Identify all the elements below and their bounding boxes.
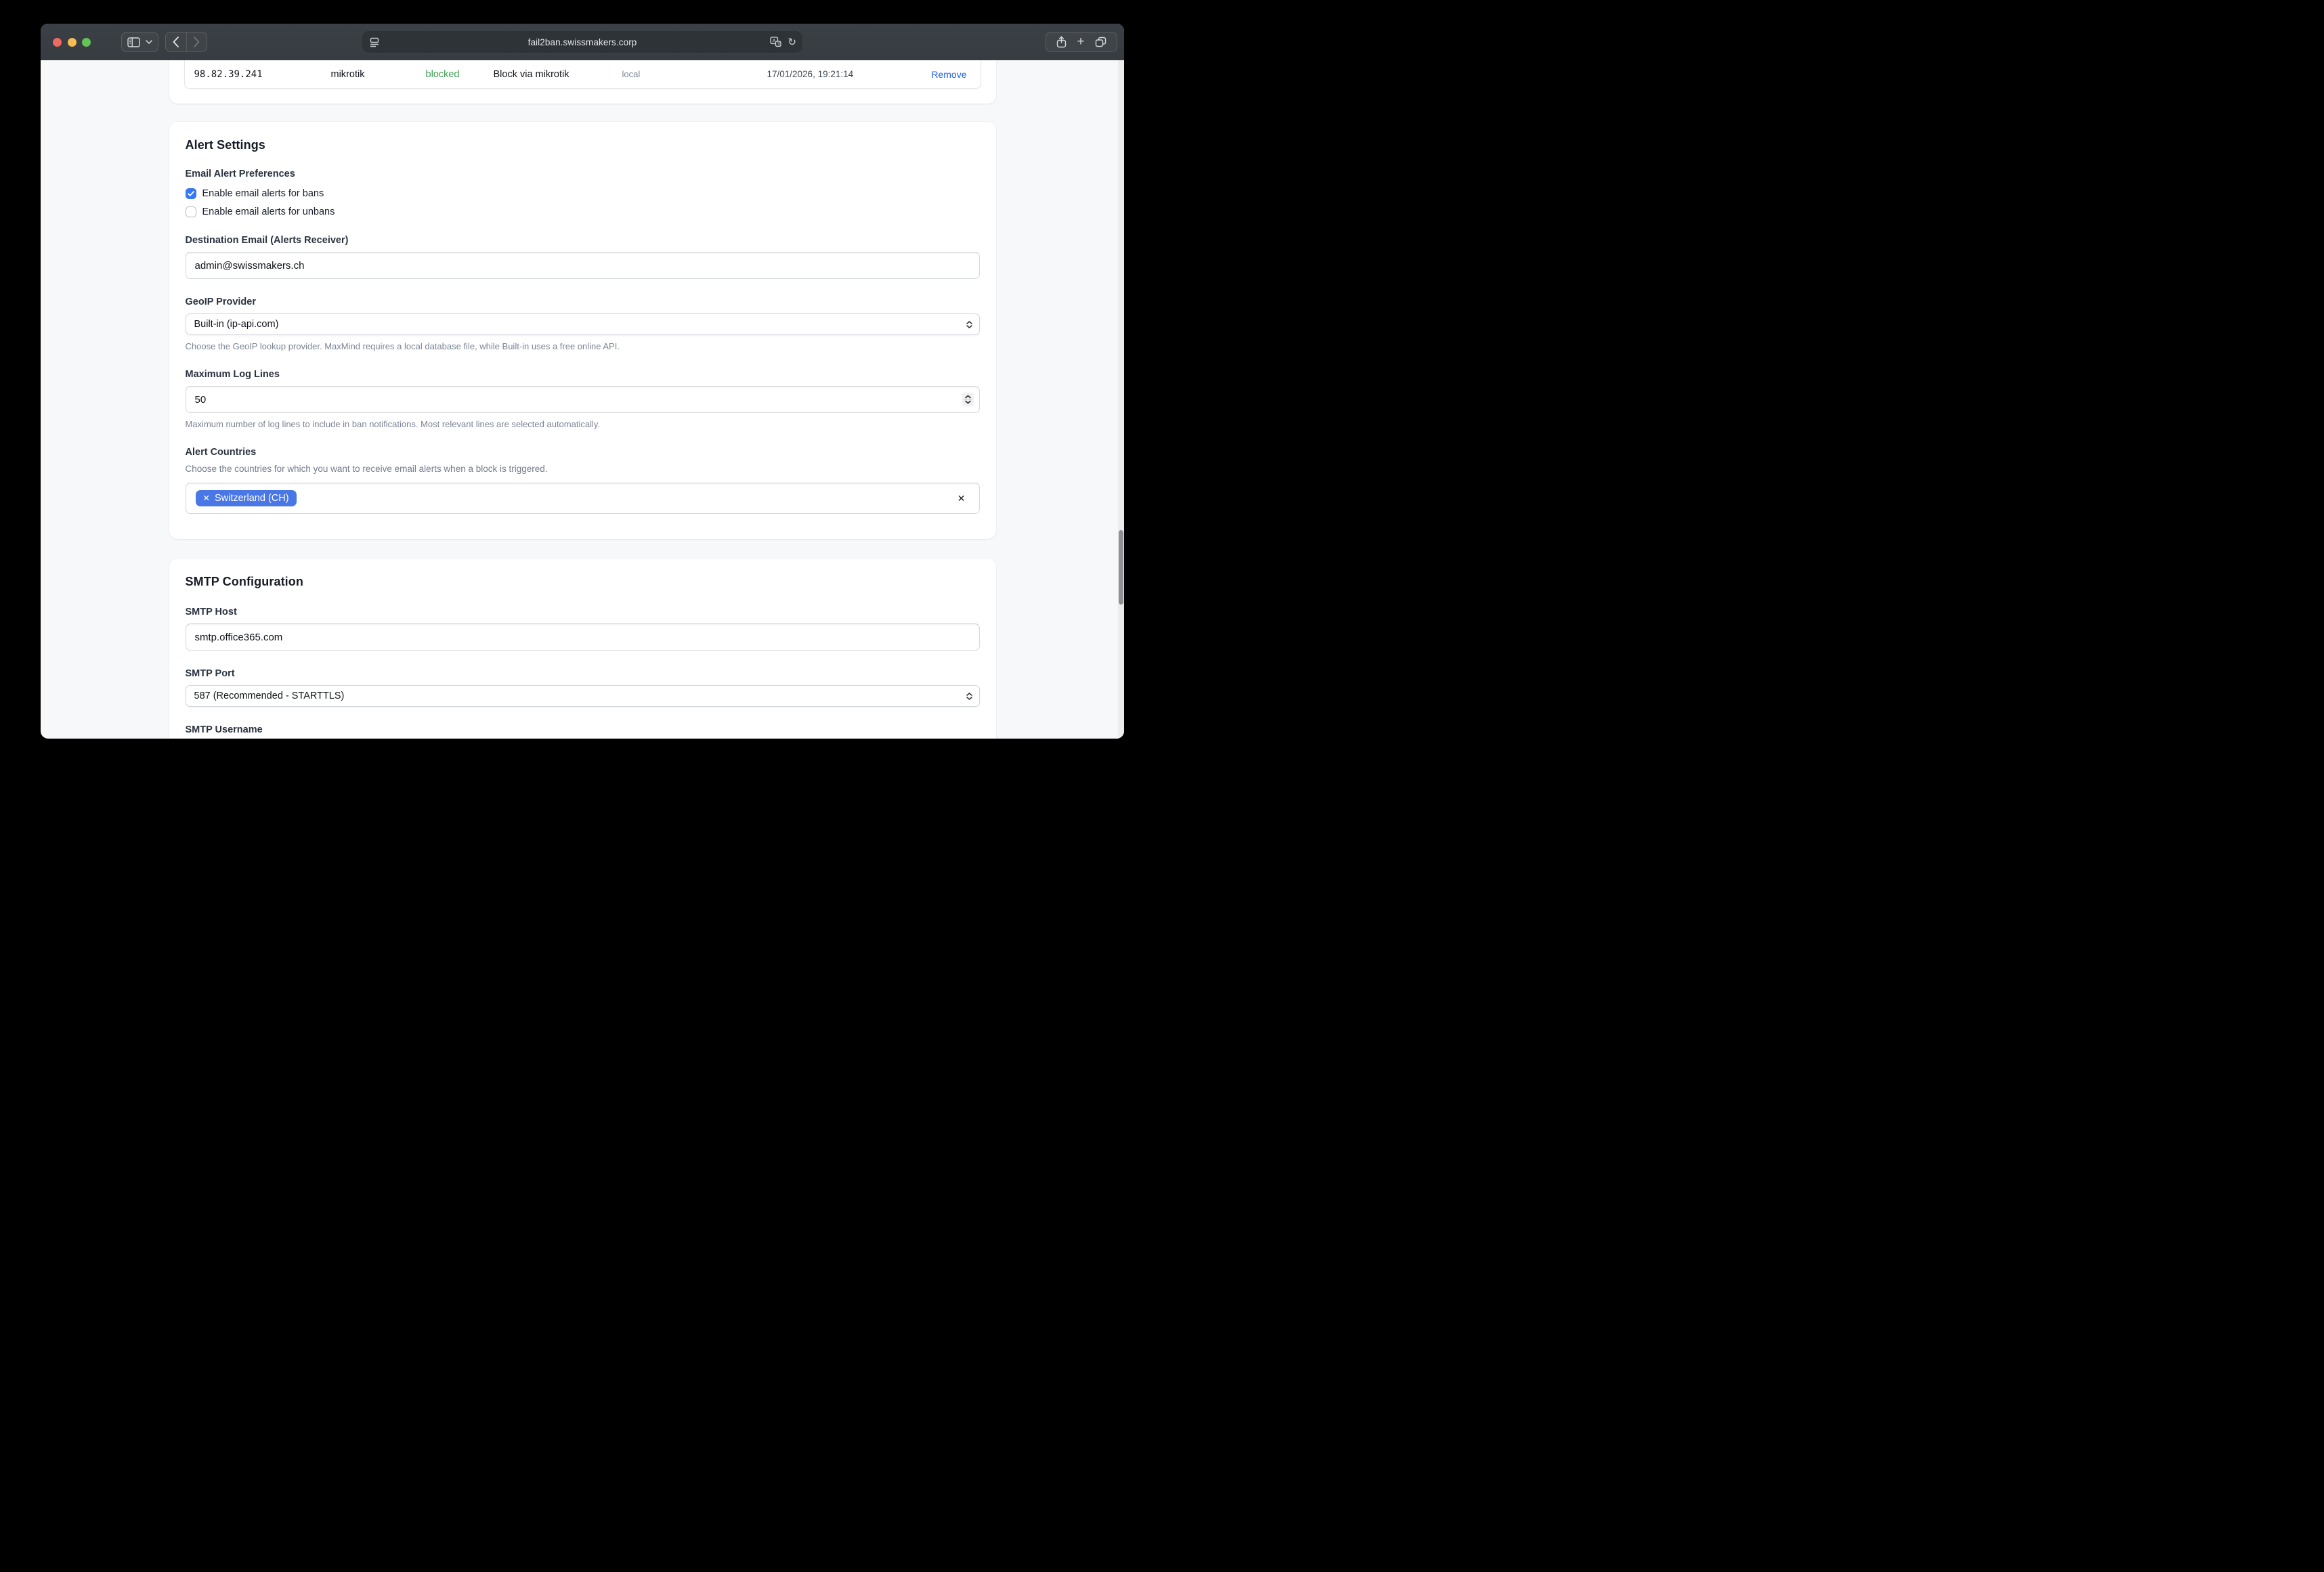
navigation-controls: [165, 32, 207, 52]
tabs-icon: [1095, 37, 1106, 47]
max-log-lines-field-group: Maximum Log Lines Maximum number of log …: [186, 369, 980, 429]
banned-ip-value: 98.82.39.241: [185, 69, 331, 80]
smtp-host-label: SMTP Host: [186, 607, 980, 617]
smtp-port-value: 587 (Recommended - STARTTLS): [194, 691, 345, 701]
banned-ips-table: 98.82.39.241 mikrotik blocked Block via …: [184, 60, 981, 89]
timestamp-value: 17/01/2026, 19:21:14: [767, 69, 932, 79]
new-tab-button[interactable]: +: [1077, 32, 1084, 51]
destination-email-label: Destination Email (Alerts Receiver): [186, 235, 980, 246]
share-button[interactable]: [1056, 32, 1067, 51]
chevron-right-icon: [194, 37, 200, 47]
browser-window: fail2ban.swissmakers.corp A 文 ↻: [41, 24, 1124, 739]
smtp-username-label: SMTP Username: [186, 724, 980, 735]
url-text: fail2ban.swissmakers.corp: [362, 37, 802, 47]
geoip-provider-value: Built-in (ip-api.com): [194, 319, 279, 330]
clear-selection-icon[interactable]: ✕: [957, 493, 970, 504]
status-badge: blocked: [426, 69, 494, 80]
reload-icon[interactable]: ↻: [788, 37, 796, 47]
smtp-host-field-group: SMTP Host: [186, 607, 980, 651]
destination-email-field-group: Destination Email (Alerts Receiver): [186, 235, 980, 279]
select-chevrons-icon: [966, 693, 972, 700]
geoip-provider-help: Choose the GeoIP lookup provider. MaxMin…: [186, 341, 980, 351]
geoip-provider-select[interactable]: Built-in (ip-api.com): [186, 313, 980, 335]
max-log-lines-input[interactable]: [186, 386, 980, 413]
minimize-window-button[interactable]: [68, 38, 77, 47]
svg-text:文: 文: [777, 41, 781, 47]
sidebar-menu-button[interactable]: [146, 32, 152, 51]
source-value: local: [622, 69, 767, 79]
browser-toolbar: fail2ban.swissmakers.corp A 文 ↻: [41, 24, 1124, 60]
enable-unbans-alert-row: Enable email alerts for unbans: [186, 206, 980, 217]
jail-value: mikrotik: [331, 69, 426, 80]
max-log-lines-help: Maximum number of log lines to include i…: [186, 419, 980, 429]
toggle-sidebar-button[interactable]: [127, 32, 140, 51]
select-chevrons-icon: [966, 321, 972, 328]
table-row: 98.82.39.241 mikrotik blocked Block via …: [185, 60, 981, 88]
smtp-username-field-group: SMTP Username: [186, 724, 980, 739]
alert-countries-multiselect[interactable]: ✕ Switzerland (CH) ✕: [186, 483, 980, 514]
tab-overview-button[interactable]: [1095, 32, 1106, 51]
chevron-left-icon: [173, 37, 179, 47]
bans-alert-label: Enable email alerts for bans: [202, 188, 324, 199]
email-alert-preferences-label: Email Alert Preferences: [186, 169, 980, 179]
address-bar[interactable]: fail2ban.swissmakers.corp A 文 ↻: [362, 30, 803, 53]
share-icon: [1056, 36, 1067, 48]
action-value: Block via mikrotik: [494, 69, 622, 80]
geoip-provider-field-group: GeoIP Provider Built-in (ip-api.com) Cho…: [186, 297, 980, 351]
smtp-port-label: SMTP Port: [186, 668, 980, 679]
smtp-port-field-group: SMTP Port 587 (Recommended - STARTTLS): [186, 668, 980, 707]
alert-settings-title: Alert Settings: [186, 138, 980, 152]
unbans-alert-checkbox[interactable]: [186, 206, 196, 217]
zoom-window-button[interactable]: [82, 38, 91, 47]
scrollbar-thumb[interactable]: [1119, 530, 1123, 605]
remove-ban-link[interactable]: Remove: [931, 69, 980, 80]
country-tag-label: Switzerland (CH): [215, 493, 289, 504]
window-controls: [53, 38, 91, 47]
smtp-host-input[interactable]: [186, 624, 980, 651]
sidebar-controls: [121, 32, 158, 52]
smtp-configuration-title: SMTP Configuration: [186, 575, 980, 589]
destination-email-input[interactable]: [186, 252, 980, 279]
max-log-lines-label: Maximum Log Lines: [186, 369, 980, 380]
banned-ips-card: 98.82.39.241 mikrotik blocked Block via …: [169, 60, 996, 104]
smtp-configuration-card: SMTP Configuration SMTP Host SMTP Port 5…: [169, 559, 996, 739]
page-content: 98.82.39.241 mikrotik blocked Block via …: [41, 60, 1124, 739]
alert-countries-label: Alert Countries: [186, 447, 980, 458]
country-tag[interactable]: ✕ Switzerland (CH): [196, 490, 297, 506]
plus-icon: +: [1077, 35, 1084, 48]
toolbar-actions: +: [1046, 32, 1117, 52]
number-stepper[interactable]: [962, 393, 974, 407]
back-button[interactable]: [166, 32, 186, 51]
tag-remove-icon[interactable]: ✕: [203, 494, 210, 503]
close-window-button[interactable]: [53, 38, 62, 47]
sidebar-icon: [127, 37, 140, 47]
enable-bans-alert-row: Enable email alerts for bans: [186, 188, 980, 199]
reader-view-icon[interactable]: [370, 37, 380, 47]
alert-countries-field-group: Alert Countries Choose the countries for…: [186, 447, 980, 514]
translate-icon[interactable]: A 文: [770, 37, 781, 47]
geoip-provider-label: GeoIP Provider: [186, 297, 980, 307]
stepper-divider: [964, 399, 972, 400]
smtp-port-select[interactable]: 587 (Recommended - STARTTLS): [186, 685, 980, 707]
unbans-alert-label: Enable email alerts for unbans: [202, 206, 335, 217]
page-scrollbar[interactable]: [1118, 60, 1124, 739]
forward-button[interactable]: [187, 32, 207, 51]
alert-countries-help: Choose the countries for which you want …: [186, 464, 980, 474]
bans-alert-checkbox[interactable]: [186, 188, 196, 199]
alert-settings-card: Alert Settings Email Alert Preferences E…: [169, 122, 996, 539]
chevron-down-icon: [146, 40, 152, 44]
